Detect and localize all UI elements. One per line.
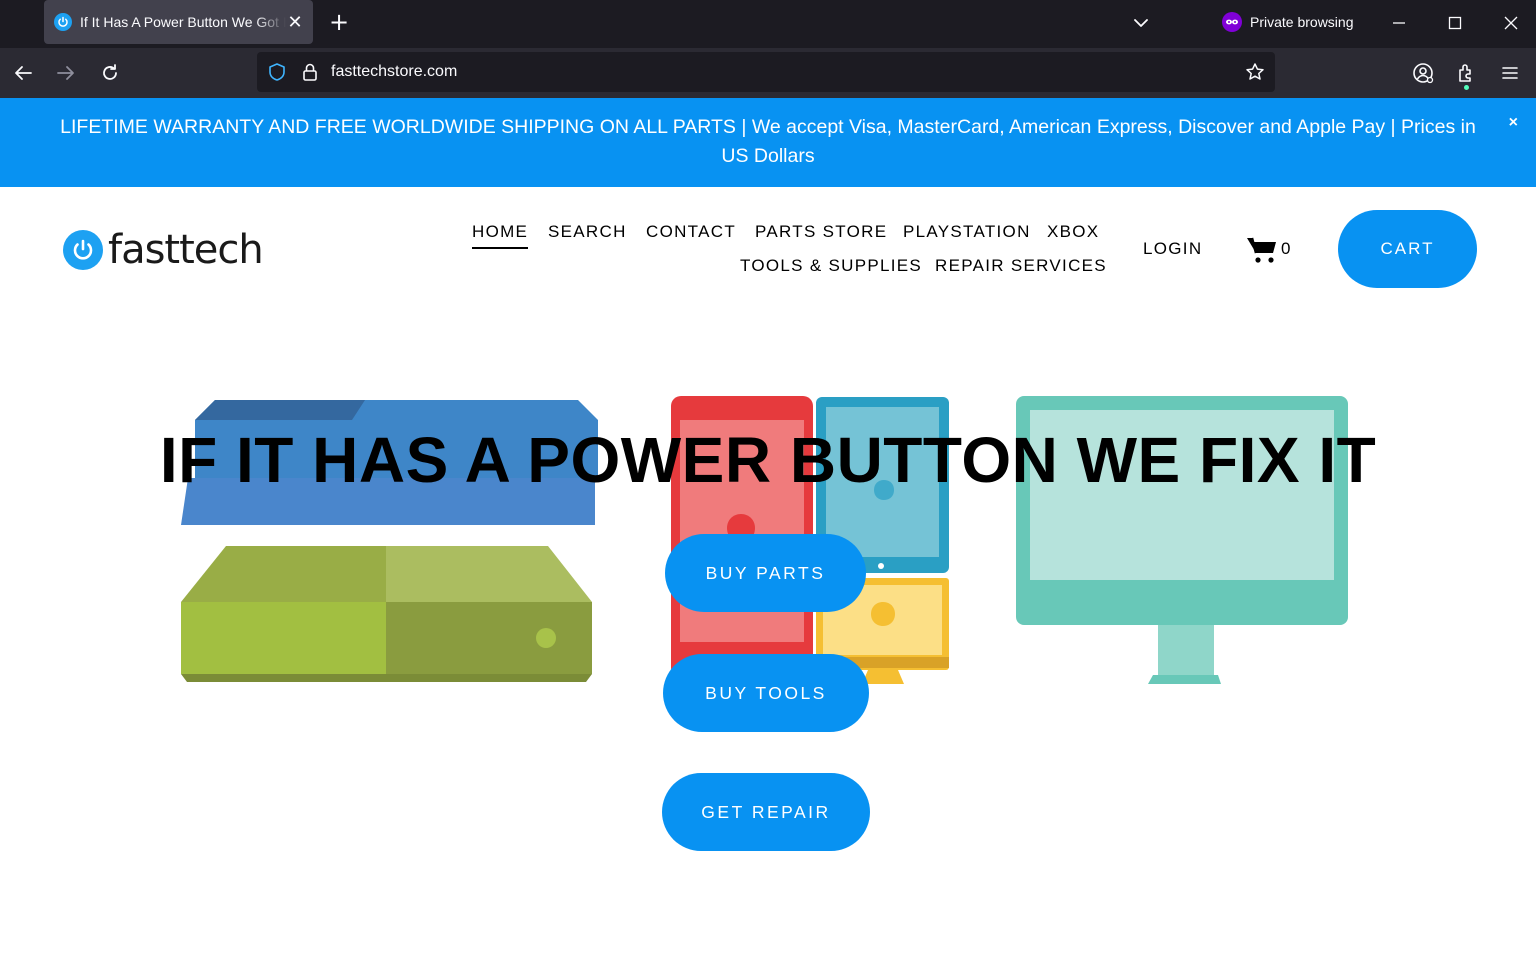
chevron-down-icon[interactable] — [1130, 12, 1152, 34]
back-arrow-icon[interactable] — [10, 60, 36, 86]
star-icon[interactable] — [1245, 62, 1265, 87]
cart-icon[interactable] — [1246, 236, 1278, 264]
announcement-text: LIFETIME WARRANTY AND FREE WORLDWIDE SHI… — [60, 116, 1476, 167]
site-logo[interactable]: fasttech — [63, 227, 264, 273]
minimize-icon[interactable] — [1386, 10, 1412, 36]
announcement-close-icon[interactable]: × — [1509, 114, 1518, 132]
power-icon — [63, 230, 103, 270]
browser-nav-bar: fasttechstore.com — [0, 48, 1536, 98]
nav-contact[interactable]: CONTACT — [646, 222, 736, 242]
window-close-icon[interactable] — [1498, 10, 1524, 36]
nav-repair-services[interactable]: REPAIR SERVICES — [935, 256, 1107, 276]
logo-text: fasttech — [108, 227, 264, 273]
browser-tab-bar: If It Has A Power Button We Got It ✕ + P… — [0, 0, 1536, 48]
browser-tab[interactable]: If It Has A Power Button We Got It ✕ — [44, 0, 313, 44]
lock-icon[interactable] — [301, 62, 319, 87]
get-repair-button[interactable]: GET REPAIR — [662, 773, 870, 851]
url-text[interactable]: fasttechstore.com — [331, 63, 457, 81]
reload-icon[interactable] — [97, 60, 123, 86]
private-browsing-label: Private browsing — [1250, 14, 1354, 30]
nav-parts-store[interactable]: PARTS STORE — [755, 222, 887, 242]
announcement-bar: LIFETIME WARRANTY AND FREE WORLDWIDE SHI… — [0, 98, 1536, 187]
tab-title: If It Has A Power Button We Got It — [80, 14, 286, 30]
private-mask-icon — [1222, 12, 1242, 32]
xbox-console-illustration — [181, 546, 592, 682]
nav-playstation[interactable]: PLAYSTATION — [903, 222, 1031, 242]
menu-icon[interactable] — [1497, 60, 1523, 86]
account-icon[interactable] — [1410, 60, 1436, 86]
plus-icon[interactable]: + — [326, 10, 352, 36]
maximize-icon[interactable] — [1442, 10, 1468, 36]
buy-tools-button[interactable]: BUY TOOLS — [663, 654, 869, 732]
nav-home[interactable]: HOME — [472, 222, 529, 249]
buy-parts-button[interactable]: BUY PARTS — [665, 534, 866, 612]
nav-xbox[interactable]: XBOX — [1047, 222, 1099, 242]
cart-button[interactable]: CART — [1338, 210, 1477, 288]
login-link[interactable]: LOGIN — [1143, 239, 1202, 259]
tab-close-icon[interactable]: ✕ — [286, 13, 304, 31]
power-icon — [54, 13, 72, 31]
forward-arrow-icon[interactable] — [53, 60, 79, 86]
private-browsing-indicator: Private browsing — [1222, 10, 1354, 34]
cart-count[interactable]: 0 — [1281, 239, 1290, 259]
nav-search[interactable]: SEARCH — [548, 222, 627, 242]
hero-title: IF IT HAS A POWER BUTTON WE FIX IT — [159, 424, 1377, 496]
url-bar[interactable]: fasttechstore.com — [257, 52, 1275, 92]
nav-tools-supplies[interactable]: TOOLS & SUPPLIES — [740, 256, 922, 276]
shield-icon[interactable] — [267, 62, 287, 87]
extensions-icon[interactable] — [1453, 60, 1479, 90]
